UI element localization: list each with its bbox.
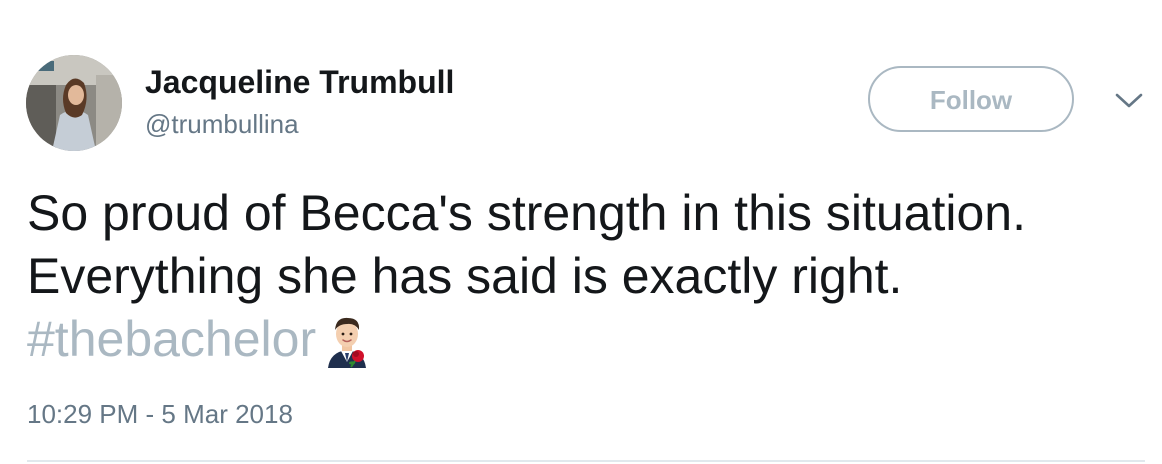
- tweet-body: So proud of Becca's strength in this sit…: [27, 185, 1026, 304]
- avatar-photo-icon: [26, 55, 122, 151]
- chevron-down-icon[interactable]: [1113, 90, 1145, 112]
- avatar[interactable]: [26, 55, 122, 151]
- tweet-text: So proud of Becca's strength in this sit…: [27, 182, 1137, 371]
- tweet-card: Jacqueline Trumbull @trumbullina Follow …: [0, 0, 1162, 464]
- author-display-name[interactable]: Jacqueline Trumbull: [145, 64, 454, 100]
- author-handle[interactable]: @trumbullina: [145, 109, 299, 139]
- bachelor-rose-emoji-icon: [322, 312, 372, 368]
- tweet-timestamp[interactable]: 10:29 PM - 5 Mar 2018: [27, 399, 293, 429]
- hashtag-link[interactable]: #thebachelor: [27, 311, 316, 367]
- divider: [27, 460, 1145, 462]
- follow-button[interactable]: Follow: [868, 66, 1074, 132]
